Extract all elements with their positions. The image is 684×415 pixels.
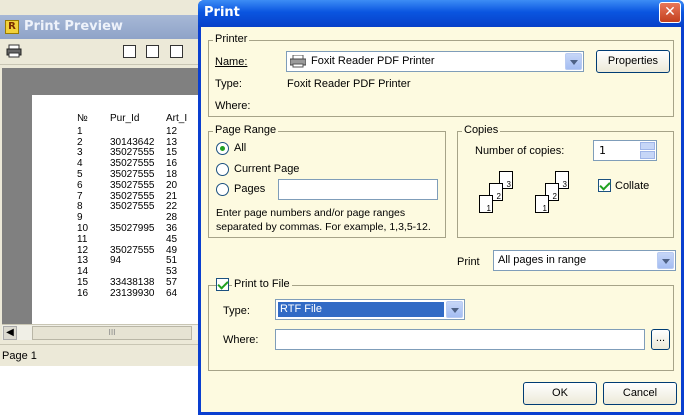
spin-up-icon[interactable] xyxy=(640,142,655,150)
properties-button[interactable]: Properties xyxy=(596,50,670,73)
table-cell: 11 xyxy=(77,233,88,245)
file-type-select[interactable]: RTF File xyxy=(275,299,465,320)
ok-button[interactable]: OK xyxy=(523,382,597,405)
print-to-file-checkbox[interactable] xyxy=(216,278,229,291)
all-pages-radio[interactable] xyxy=(216,142,229,155)
table-cell: 35027555 xyxy=(110,201,155,213)
print-dialog: Print ✕ Printer Name: Foxit Reader PDF P… xyxy=(198,0,684,415)
print-what-label: Print xyxy=(457,256,480,268)
file-type-label: Type: xyxy=(223,305,250,317)
table-header-cell: Pur_Id xyxy=(110,113,140,124)
table-column-pur-id: Pur_Id 30143642 35027555 35027555 35027555 3… xyxy=(110,113,155,300)
table-cell: 35027995 xyxy=(110,222,155,234)
print-what-value: All pages in range xyxy=(498,254,587,266)
collate-checkbox[interactable] xyxy=(598,179,611,192)
printer-type-label: Type: xyxy=(215,78,242,90)
printer-group-title: Printer xyxy=(213,33,250,45)
horizontal-scrollbar[interactable]: ◀ III xyxy=(2,324,198,340)
collate-page-1a: 1 xyxy=(479,195,493,213)
table-cell: 6 xyxy=(77,179,83,191)
current-page-radio[interactable] xyxy=(216,163,229,176)
table-cell xyxy=(110,127,155,138)
collate-label[interactable]: Collate xyxy=(615,180,649,192)
pages-radio[interactable] xyxy=(216,183,229,196)
table-column-number: № 1 2 3 4 5 6 7 8 9 10 11 12 13 14 15 16 xyxy=(77,113,89,300)
table-cell: 64 xyxy=(166,287,178,299)
page-indicator: Page 1 xyxy=(2,350,37,362)
copies-stepper[interactable]: 1 xyxy=(593,140,657,161)
number-of-copies-label: Number of copies: xyxy=(475,145,565,157)
print-what-select[interactable]: All pages in range xyxy=(493,250,676,271)
chevron-down-icon[interactable] xyxy=(657,252,674,269)
printer-name-label: Name: xyxy=(215,56,248,68)
printer-icon[interactable] xyxy=(6,44,22,58)
page-range-group-title: Page Range xyxy=(213,124,279,136)
printer-where-label: Where: xyxy=(215,100,251,112)
file-type-value: RTF File xyxy=(280,303,322,315)
preview-title: Print Preview xyxy=(24,19,123,34)
collate-page-1b: 1 xyxy=(535,195,549,213)
print-to-file-label[interactable]: Print to File xyxy=(232,278,292,290)
file-where-input[interactable] xyxy=(275,329,645,350)
table-column-art-id: Art_I 12 13 15 16 18 20 21 22 28 36 45 49 51 53 57 64 xyxy=(166,113,188,300)
current-page-label[interactable]: Current Page xyxy=(234,163,299,175)
printer-name-value: Foxit Reader PDF Printer xyxy=(311,55,435,67)
chevron-down-icon[interactable] xyxy=(565,53,582,70)
all-pages-label[interactable]: All xyxy=(234,142,246,154)
pages-input[interactable] xyxy=(278,179,438,200)
table-cell: 20 xyxy=(166,179,178,191)
table-cell: 16 xyxy=(77,287,89,299)
scroll-left-icon[interactable]: ◀ xyxy=(3,326,17,340)
table-header-cell: Art_I xyxy=(166,113,188,124)
chevron-down-icon[interactable] xyxy=(446,301,463,318)
preview-toolbar xyxy=(0,39,200,65)
spin-down-icon[interactable] xyxy=(640,151,655,159)
table-cell: 1 xyxy=(77,125,83,137)
file-where-label: Where: xyxy=(223,334,259,346)
copies-group-title: Copies xyxy=(462,124,501,136)
preview-title-bar: R Print Preview xyxy=(0,15,200,39)
printer-device-icon xyxy=(289,54,307,68)
table-cell: 23139930 xyxy=(110,287,155,299)
two-pages-icon[interactable] xyxy=(146,45,159,58)
print-to-file-group xyxy=(208,285,674,371)
printer-name-select[interactable]: Foxit Reader PDF Printer xyxy=(286,51,584,72)
printer-type-value: Foxit Reader PDF Printer xyxy=(287,78,411,90)
preview-page: № 1 2 3 4 5 6 7 8 9 10 11 12 13 14 15 16 Pur_Id 30143642… xyxy=(32,95,200,335)
browse-button[interactable]: ... xyxy=(651,329,670,350)
dialog-body: Printer Name: Foxit Reader PDF Printer P… xyxy=(201,27,681,412)
multi-page-icon[interactable] xyxy=(170,45,183,58)
collate-illustration: 3 2 1 3 2 1 xyxy=(471,171,591,227)
dialog-title: Print xyxy=(204,5,240,20)
single-page-icon[interactable] xyxy=(123,45,136,58)
cancel-button[interactable]: Cancel xyxy=(603,382,677,405)
table-cell: 35027555 xyxy=(110,179,155,191)
copies-value: 1 xyxy=(599,144,606,157)
table-cell: 94 xyxy=(110,255,122,267)
scroll-thumb[interactable]: III xyxy=(32,326,192,340)
table-cell xyxy=(110,235,155,246)
print-preview-window: R Print Preview № 1 2 3 4 5 6 7 8 9 10 11 12 13 14 15 16… xyxy=(0,0,200,366)
page-range-hint-line2: separated by commas. For example, 1,3,5-… xyxy=(216,221,431,233)
page-range-hint-line1: Enter page numbers and/or page ranges xyxy=(216,207,406,219)
close-button[interactable]: ✕ xyxy=(659,2,681,23)
preview-area: № 1 2 3 4 5 6 7 8 9 10 11 12 13 14 15 16 Pur_Id 30143642… xyxy=(2,68,200,335)
table-cell: 12 xyxy=(166,125,178,137)
table-header-cell: № xyxy=(77,113,88,124)
pages-label[interactable]: Pages xyxy=(234,183,265,195)
app-logo-icon: R xyxy=(5,20,19,34)
table-cell: 45 xyxy=(166,233,178,245)
dialog-title-bar: Print ✕ xyxy=(198,0,684,27)
status-bar: Page 1 xyxy=(0,344,200,366)
